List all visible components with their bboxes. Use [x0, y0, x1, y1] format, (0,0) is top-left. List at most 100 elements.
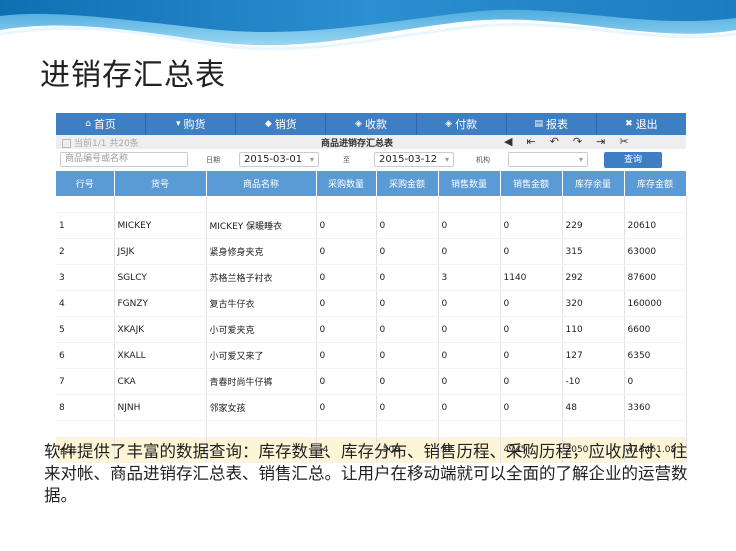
slide-description: 软件提供了丰富的数据查询：库存数量、库存分布、销售历程、采购历程，应收应付、往来…	[44, 442, 688, 505]
cell: 320	[562, 290, 625, 317]
cell: XKAJK	[114, 316, 207, 343]
cell: 0	[500, 368, 563, 395]
col-header[interactable]: 商品名称	[206, 171, 317, 196]
cart-icon: ▾	[175, 119, 181, 129]
cell: 63000	[624, 238, 687, 265]
table-spacer-row	[56, 420, 687, 438]
cell: 0	[376, 316, 439, 343]
nav-label: 首页	[93, 118, 116, 131]
col-header[interactable]: 库存金额	[624, 171, 687, 196]
slide-title: 进销存汇总表	[40, 58, 226, 93]
cell: 87600	[624, 264, 687, 291]
to-label: 至	[343, 156, 350, 164]
settings-icon[interactable]: ✂	[619, 135, 628, 148]
page-toolbar: 当前1/1 共20条 商品进销存汇总表 ◀ ⇤ ↶ ↷ ⇥ ✂	[56, 135, 686, 149]
prev-page-icon[interactable]: ◀	[504, 135, 512, 148]
report-icon: ▤	[534, 119, 544, 129]
home-icon: ⌂	[85, 119, 91, 129]
table-row[interactable]: 4 FGNZY 复古牛仔衣 0 0 0 0 320 160000	[56, 290, 687, 317]
nav-exit[interactable]: ✖ 退出	[597, 113, 686, 135]
org-select[interactable]: ▾	[508, 152, 588, 167]
cell: 紧身修身夹克	[206, 238, 317, 265]
chevron-down-icon: ▾	[309, 155, 314, 164]
col-header[interactable]: 行号	[56, 171, 115, 196]
cell: 5	[56, 316, 115, 343]
cell: 20610	[624, 212, 687, 239]
cell: 6600	[624, 316, 687, 343]
cell: 6350	[624, 342, 687, 369]
cell: XKALL	[114, 342, 207, 369]
nav-report[interactable]: ▤ 报表	[507, 113, 597, 135]
product-search-input[interactable]: 商品编号或名称	[60, 152, 188, 167]
col-header[interactable]: 货号	[114, 171, 207, 196]
first-page-icon[interactable]: ⇤	[526, 135, 535, 148]
cell: 0	[316, 212, 377, 239]
cell: 0	[624, 368, 687, 395]
cell: SGLCY	[114, 264, 207, 291]
nav-home[interactable]: ⌂ 首页	[56, 113, 147, 135]
cell: 315	[562, 238, 625, 265]
table-row[interactable]: 6 XKALL 小可爱又来了 0 0 0 0 127 6350	[56, 342, 687, 369]
cell: NJNH	[114, 394, 207, 421]
cell: 4	[56, 290, 115, 317]
chevron-down-icon: ▾	[444, 155, 449, 164]
table-row[interactable]: 2 JSJK 紧身修身夹克 0 0 0 0 315 63000	[56, 238, 687, 265]
inventory-summary-table: 行号 货号 商品名称 采购数量 采购金额 销售数量 销售金额 库存余量 库存金额…	[56, 171, 687, 463]
date-label: 日期	[206, 156, 220, 164]
col-header[interactable]: 库存余量	[562, 171, 625, 196]
nav-sales[interactable]: ◆ 销货	[236, 113, 327, 135]
chevron-down-icon: ▾	[578, 155, 583, 164]
cell: 0	[500, 342, 563, 369]
mobile-app-screen: ⌂ 首页 ▾ 购货 ◆ 销货 ◈ 收款 ◈ 付款 ▤ 报表 ✖ 退出 当前1/1 共20条 商…	[56, 113, 687, 463]
nav-label: 销货	[274, 118, 297, 131]
table-row[interactable]: 8 NJNH 邻家女孩 0 0 0 0 48 3360	[56, 394, 687, 421]
cell: 0	[316, 290, 377, 317]
cell: 6	[56, 342, 115, 369]
last-page-icon[interactable]: ⇥	[596, 135, 605, 148]
date-from-field[interactable]: 2015-03-01 ▾	[239, 152, 319, 167]
cell: 小可爱夹克	[206, 316, 317, 343]
cell: 48	[562, 394, 625, 421]
exit-icon: ✖	[625, 119, 633, 129]
cell: FGNZY	[114, 290, 207, 317]
cell: 邻家女孩	[206, 394, 317, 421]
cell: 0	[316, 342, 377, 369]
cell: 0	[438, 290, 501, 317]
date-from-value: 2015-03-01	[244, 154, 303, 165]
cell: 0	[316, 316, 377, 343]
table-row[interactable]: 5 XKAJK 小可爱夹克 0 0 0 0 110 6600	[56, 316, 687, 343]
cell: 0	[376, 290, 439, 317]
col-header[interactable]: 销售数量	[438, 171, 501, 196]
cell: 0	[376, 394, 439, 421]
date-to-field[interactable]: 2015-03-12 ▾	[374, 152, 454, 167]
undo-icon[interactable]: ↶	[550, 135, 559, 148]
cell: 229	[562, 212, 625, 239]
cell: 苏格兰格子衬衣	[206, 264, 317, 291]
col-header[interactable]: 采购金额	[376, 171, 439, 196]
org-label: 机构	[476, 156, 490, 164]
nav-pay[interactable]: ◈ 付款	[417, 113, 507, 135]
cell: 0	[500, 238, 563, 265]
col-header[interactable]: 销售金额	[500, 171, 563, 196]
cell: 0	[376, 212, 439, 239]
cell: 0	[438, 316, 501, 343]
cell: 小可爱又来了	[206, 342, 317, 369]
cell: 110	[562, 316, 625, 343]
col-header[interactable]: 采购数量	[316, 171, 377, 196]
cell: 2	[56, 238, 115, 265]
cell: 0	[500, 394, 563, 421]
table-row[interactable]: 3 SGLCY 苏格兰格子衬衣 0 0 3 1140 292 87600	[56, 264, 687, 291]
nav-collect[interactable]: ◈ 收款	[326, 113, 417, 135]
cell: 0	[316, 368, 377, 395]
query-button[interactable]: 查询	[604, 152, 662, 168]
redo-icon[interactable]: ↷	[573, 135, 582, 148]
nav-purchase[interactable]: ▾ 购货	[146, 113, 237, 135]
table-row[interactable]: 1 MICKEY MICKEY 保暖睡衣 0 0 0 0 229 20610	[56, 212, 687, 239]
cell: 0	[500, 290, 563, 317]
table-spacer-row	[56, 196, 687, 213]
table-row[interactable]: 7 CKA 青春时尚牛仔裤 0 0 0 0 -10 0	[56, 368, 687, 395]
cell: -10	[562, 368, 625, 395]
cell: 0	[316, 238, 377, 265]
filter-bar: 商品编号或名称 日期 2015-03-01 ▾ 至 2015-03-12 ▾ 机构 …	[56, 149, 686, 171]
select-all-checkbox[interactable]	[62, 139, 71, 148]
